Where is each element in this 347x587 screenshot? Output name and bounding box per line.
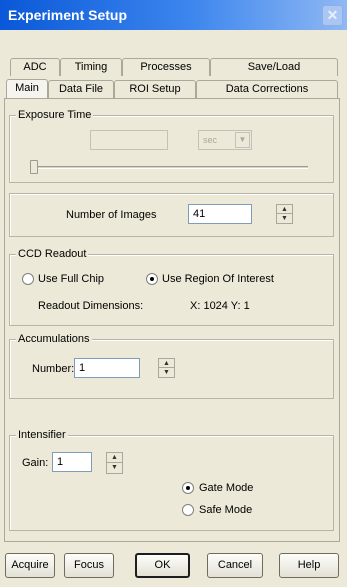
- up-arrow-icon[interactable]: ▲: [107, 453, 122, 463]
- exposure-time-input[interactable]: [90, 130, 168, 150]
- ccd-readout-group: CCD Readout Use Full Chip Use Region Of …: [9, 247, 334, 326]
- gain-input[interactable]: 1: [52, 452, 92, 472]
- safe-mode-label[interactable]: Safe Mode: [199, 503, 252, 517]
- exposure-slider-thumb[interactable]: [30, 160, 38, 174]
- intensifier-legend: Intensifier: [16, 428, 68, 442]
- tab-data-corrections[interactable]: Data Corrections: [196, 80, 338, 98]
- use-roi-label[interactable]: Use Region Of Interest: [162, 272, 274, 286]
- tab-main[interactable]: Main: [6, 79, 48, 98]
- title-bar: Experiment Setup ✕: [0, 0, 347, 30]
- help-button[interactable]: Help: [279, 553, 339, 578]
- safe-mode-radio[interactable]: [182, 504, 194, 516]
- number-of-images-input[interactable]: 41: [188, 204, 252, 224]
- use-roi-radio[interactable]: [146, 273, 158, 285]
- tab-timing[interactable]: Timing: [60, 58, 122, 76]
- gain-spinner[interactable]: ▲ ▼: [106, 452, 123, 474]
- gain-label: Gain:: [22, 457, 49, 469]
- intensifier-group: Intensifier Gain: 1 ▲ ▼ Gate Mode Safe M…: [9, 428, 334, 531]
- down-arrow-icon[interactable]: ▼: [277, 214, 292, 223]
- readout-dimensions-label: Readout Dimensions:: [38, 300, 144, 312]
- close-icon: ✕: [326, 7, 339, 23]
- down-arrow-icon[interactable]: ▼: [107, 463, 122, 473]
- acquire-button[interactable]: Acquire: [5, 553, 55, 578]
- tab-adc[interactable]: ADC: [10, 58, 60, 76]
- window-title: Experiment Setup: [8, 7, 128, 23]
- number-of-images-label: Number of Images: [66, 209, 157, 221]
- number-of-images-group: Number of Images 41 ▲ ▼: [9, 193, 334, 237]
- use-full-chip-label[interactable]: Use Full Chip: [38, 272, 104, 286]
- tab-roi-setup[interactable]: ROI Setup: [114, 80, 196, 98]
- ok-button[interactable]: OK: [135, 553, 190, 578]
- tab-processes[interactable]: Processes: [122, 58, 210, 76]
- ccd-readout-legend: CCD Readout: [16, 247, 89, 261]
- focus-button[interactable]: Focus: [64, 553, 114, 578]
- cancel-button[interactable]: Cancel: [207, 553, 263, 578]
- number-of-images-spinner[interactable]: ▲ ▼: [276, 204, 293, 224]
- accumulations-group: Accumulations Number: 1 ▲ ▼: [9, 332, 334, 399]
- exposure-unit-value: sec: [203, 135, 218, 145]
- readout-dimensions-value: X: 1024 Y: 1: [190, 300, 250, 312]
- chevron-down-icon: ▼: [235, 132, 250, 148]
- accumulations-number-input[interactable]: 1: [74, 358, 140, 378]
- gate-mode-label[interactable]: Gate Mode: [199, 481, 253, 495]
- accumulations-legend: Accumulations: [16, 332, 92, 346]
- exposure-time-legend: Exposure Time: [16, 108, 94, 122]
- exposure-slider-track[interactable]: [32, 166, 308, 169]
- main-tab-panel: Exposure Time sec ▼ Number of Images 41 …: [4, 98, 340, 542]
- accumulations-number-label: Number:: [32, 363, 75, 375]
- close-button[interactable]: ✕: [322, 5, 343, 26]
- tab-save-load[interactable]: Save/Load: [210, 58, 338, 76]
- up-arrow-icon[interactable]: ▲: [277, 205, 292, 214]
- gate-mode-radio[interactable]: [182, 482, 194, 494]
- exposure-unit-select[interactable]: sec ▼: [198, 130, 252, 150]
- tab-data-file[interactable]: Data File: [48, 80, 114, 98]
- down-arrow-icon[interactable]: ▼: [159, 368, 174, 377]
- use-full-chip-radio[interactable]: [22, 273, 34, 285]
- exposure-time-group: Exposure Time sec ▼: [9, 108, 334, 183]
- up-arrow-icon[interactable]: ▲: [159, 359, 174, 368]
- accumulations-spinner[interactable]: ▲ ▼: [158, 358, 175, 378]
